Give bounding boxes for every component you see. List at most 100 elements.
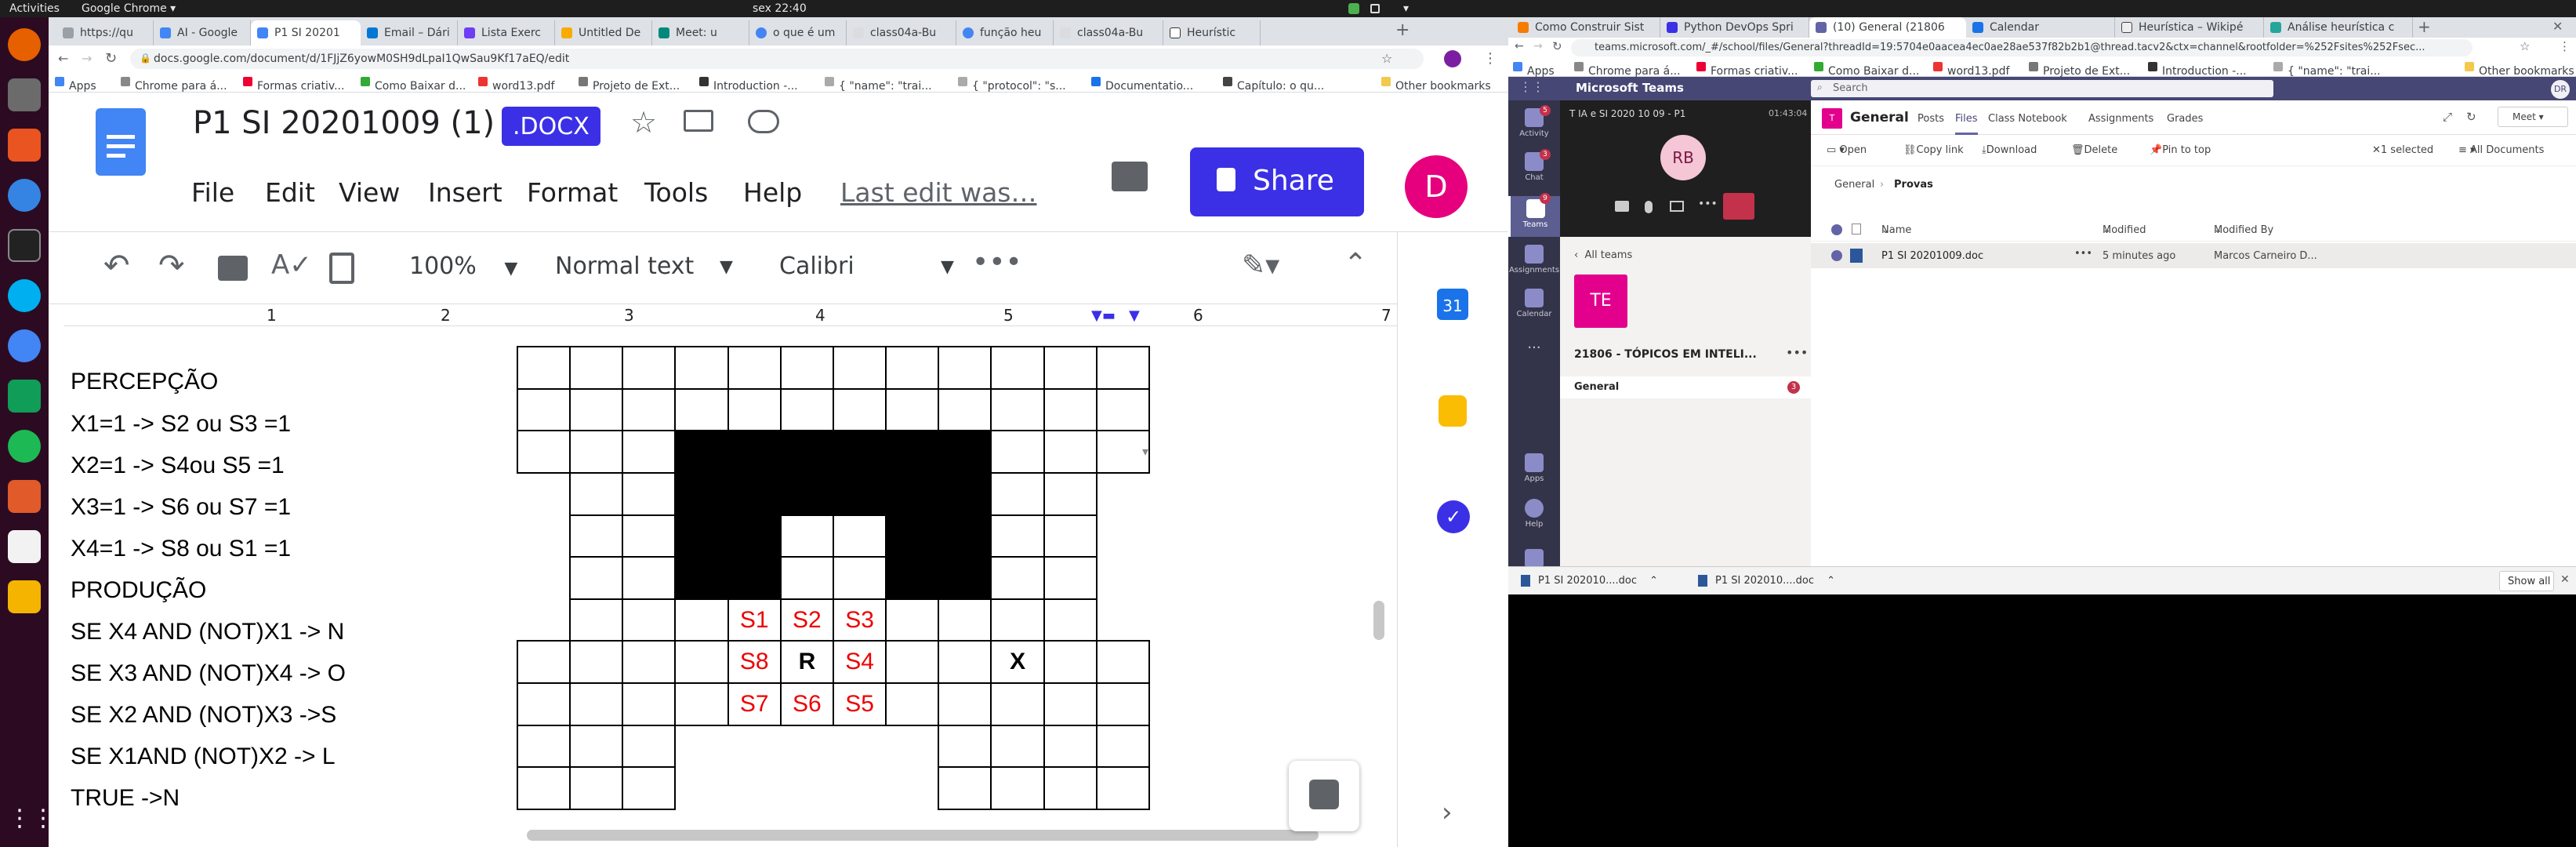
- more-options-icon[interactable]: •••: [972, 246, 1022, 278]
- teams-search-input[interactable]: Search: [1811, 80, 2273, 97]
- bookmark[interactable]: Formas criativ...: [243, 76, 344, 93]
- horizontal-scrollbar[interactable]: [527, 830, 1319, 841]
- bookmark[interactable]: Introduction -...: [2148, 61, 2247, 78]
- table-cell[interactable]: [622, 430, 677, 474]
- address-bar[interactable]: teams.microsoft.com/_#/school/files/Gene…: [1571, 39, 2473, 56]
- doc-line[interactable]: PERCEPÇÃO: [71, 369, 218, 395]
- select-all-checkbox[interactable]: [1831, 224, 1842, 235]
- wall-cell[interactable]: [938, 471, 992, 516]
- selection-count[interactable]: ✕ 1 selected: [2372, 144, 2433, 156]
- table-cell[interactable]: [517, 387, 571, 432]
- close-window-icon[interactable]: ✕: [2552, 19, 2563, 34]
- doc-line[interactable]: SE X1AND (NOT)X2 -> L: [71, 743, 336, 770]
- cloud-saved-icon[interactable]: [748, 110, 779, 133]
- wall-cell[interactable]: [779, 430, 834, 474]
- ruler[interactable]: 1 2 3 4 5 6 7 ▼▬ ▼: [64, 304, 1414, 326]
- tab[interactable]: Python DevOps Spri: [1660, 17, 1809, 38]
- bookmark[interactable]: Chrome para á...: [1574, 61, 1681, 78]
- table-cell[interactable]: [569, 766, 624, 810]
- table-cell[interactable]: [1095, 724, 1150, 769]
- menu-edit[interactable]: Edit: [265, 177, 315, 208]
- wall-cell[interactable]: [938, 430, 992, 474]
- tab[interactable]: Lista Exerc: [458, 20, 555, 45]
- sensor-cell[interactable]: S2: [779, 598, 834, 642]
- team-name[interactable]: 21806 - TÓPICOS EM INTELI...: [1574, 348, 1757, 361]
- writer-icon[interactable]: [8, 530, 41, 563]
- wall-cell[interactable]: [674, 514, 729, 558]
- bookmark[interactable]: { "name": "trai...: [2273, 61, 2381, 78]
- team-more-icon[interactable]: •••: [1786, 345, 1808, 360]
- table-cell[interactable]: [1095, 640, 1150, 685]
- download-button[interactable]: ⤓ Download: [1982, 144, 2037, 156]
- tab[interactable]: Como Construir Sist: [1511, 17, 1660, 38]
- profile-avatar[interactable]: DR: [2551, 80, 2570, 99]
- table-cell[interactable]: [1043, 640, 1098, 685]
- sensor-cell[interactable]: S4: [832, 640, 887, 685]
- hang-up-button[interactable]: [1723, 193, 1754, 220]
- bookmark-apps[interactable]: Apps: [55, 76, 96, 93]
- table-cell[interactable]: [938, 598, 992, 642]
- wall-cell[interactable]: [885, 430, 940, 474]
- table-cell[interactable]: [885, 346, 940, 390]
- menu-format[interactable]: Format: [527, 177, 618, 208]
- table-cell[interactable]: [779, 556, 834, 600]
- table-cell[interactable]: [517, 766, 571, 810]
- close-download-bar-icon[interactable]: ✕: [2560, 573, 2570, 586]
- rail-calendar[interactable]: Calendar: [1508, 289, 1560, 318]
- bookmark[interactable]: Documentatio...: [1091, 76, 1193, 93]
- wall-cell[interactable]: [938, 556, 992, 600]
- doc-line[interactable]: SE X4 AND (NOT)X1 -> N: [71, 619, 344, 645]
- copy-link-button[interactable]: ⛓ Copy link: [1903, 144, 1964, 156]
- window-icon[interactable]: [1370, 4, 1380, 13]
- power-menu-icon[interactable]: ▾: [1403, 2, 1409, 15]
- table-cell[interactable]: [517, 682, 571, 726]
- table-cell[interactable]: [990, 471, 1045, 516]
- bookmark[interactable]: { "protocol": "s...: [958, 76, 1066, 93]
- table-cell[interactable]: [569, 724, 624, 769]
- font-select[interactable]: Calibri ▼: [779, 253, 960, 280]
- table-cell[interactable]: [885, 640, 940, 685]
- row-checkbox[interactable]: [1831, 250, 1842, 261]
- tab[interactable]: Email – Dári: [361, 20, 458, 45]
- comments-icon[interactable]: [1112, 162, 1148, 191]
- back-icon[interactable]: ←: [58, 51, 68, 66]
- forward-icon[interactable]: →: [82, 51, 92, 66]
- docs-logo-icon[interactable]: [96, 108, 146, 176]
- table-cell[interactable]: [990, 514, 1045, 558]
- menu-help[interactable]: Help: [743, 177, 802, 208]
- tab[interactable]: Análise heurística c: [2264, 17, 2413, 38]
- table-cell[interactable]: [622, 471, 677, 516]
- table-cell[interactable]: [1095, 387, 1150, 432]
- robot-cell[interactable]: R: [779, 640, 834, 685]
- undo-icon[interactable]: ↶: [103, 248, 130, 284]
- table-cell[interactable]: [622, 556, 677, 600]
- download-item[interactable]: P1 SI 202010....doc ⌃: [1693, 571, 1858, 591]
- chrome-icon[interactable]: [8, 329, 41, 362]
- wall-cell[interactable]: [727, 556, 782, 600]
- camera-icon[interactable]: [1615, 201, 1629, 212]
- doc-line[interactable]: X3=1 -> S6 ou S7 =1: [71, 494, 291, 521]
- bookmark[interactable]: Formas criativ...: [1696, 61, 1798, 78]
- doc-line[interactable]: X2=1 -> S4ou S5 =1: [71, 453, 285, 479]
- sensor-cell[interactable]: S1: [727, 598, 782, 642]
- table-cell[interactable]: [569, 387, 624, 432]
- profile-icon[interactable]: [1444, 50, 1461, 67]
- bookmark[interactable]: { "name": "trai...: [825, 76, 932, 93]
- table-cell[interactable]: [1043, 724, 1098, 769]
- tray-icon[interactable]: [1348, 3, 1359, 14]
- sensor-cell[interactable]: S6: [779, 682, 834, 726]
- table-cell[interactable]: [622, 682, 677, 726]
- sensor-cell[interactable]: S7: [727, 682, 782, 726]
- bookmark[interactable]: Como Baixar d...: [1814, 61, 1919, 78]
- bookmark[interactable]: word13.pdf: [1933, 61, 2009, 78]
- table-cell[interactable]: [990, 556, 1045, 600]
- table-cell[interactable]: [1095, 682, 1150, 726]
- menu-insert[interactable]: Insert: [428, 177, 503, 208]
- table-cell[interactable]: [990, 387, 1045, 432]
- rail-apps[interactable]: Apps: [1508, 453, 1560, 483]
- menu-view[interactable]: View: [339, 177, 400, 208]
- tab-class-notebook[interactable]: Class Notebook: [1988, 113, 2067, 125]
- bookmark[interactable]: Como Baixar d...: [361, 76, 466, 93]
- col-modified-by[interactable]: Modified By ⌄: [2214, 224, 2273, 236]
- wall-cell[interactable]: [885, 556, 940, 600]
